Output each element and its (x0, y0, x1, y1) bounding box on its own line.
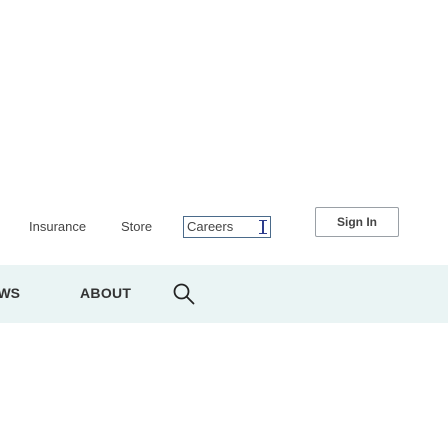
nav-link-careers-label: Careers (187, 219, 234, 234)
search-button[interactable] (171, 281, 197, 307)
nav-link-store[interactable]: Store (121, 219, 152, 235)
nav-link-insurance[interactable]: Insurance (29, 219, 86, 235)
search-icon (173, 283, 195, 305)
nav-link-news-partial[interactable]: WS (0, 285, 20, 302)
nav-link-about[interactable]: ABOUT (80, 285, 131, 302)
page: Insurance Store Careers Sign In WS ABOUT (0, 0, 448, 448)
sign-in-button[interactable]: Sign In (315, 207, 399, 237)
secondary-navigation-bar: WS ABOUT (0, 265, 448, 323)
nav-link-careers[interactable]: Careers (183, 216, 271, 238)
text-cursor-icon (259, 220, 267, 234)
